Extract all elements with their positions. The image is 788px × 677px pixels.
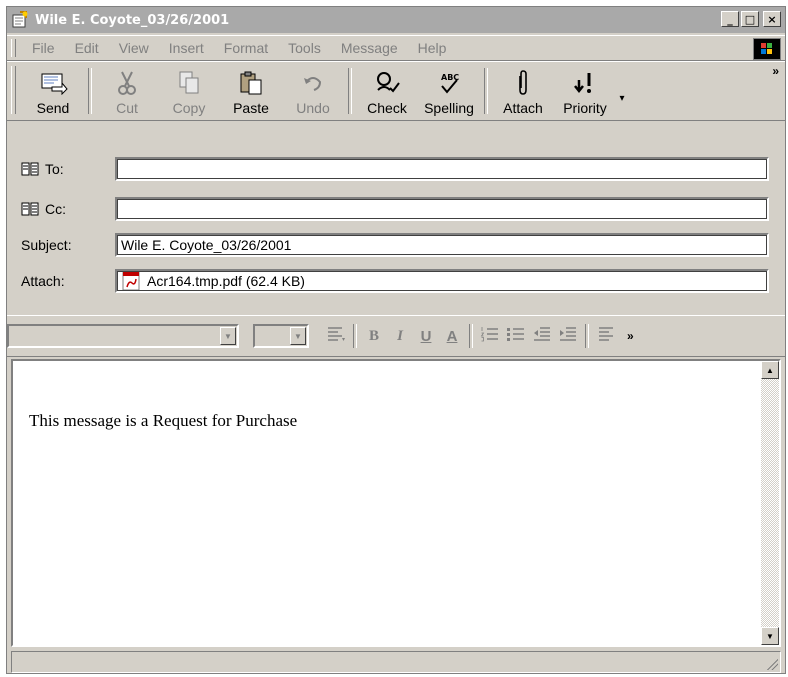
menu-view[interactable]: View: [109, 40, 159, 56]
format-toolbar-overflow-button[interactable]: »: [627, 329, 634, 343]
cc-label-button[interactable]: Cc:: [21, 201, 117, 217]
subject-field[interactable]: Wile E. Coyote_03/26/2001: [115, 233, 769, 257]
subject-row: Subject: Wile E. Coyote_03/26/2001: [21, 233, 781, 257]
attach-field[interactable]: Acr164.tmp.pdf (62.4 KB): [115, 269, 769, 293]
paste-button[interactable]: Paste: [220, 62, 282, 120]
check-names-icon: [372, 70, 402, 96]
format-toolbar: ▼ ▼ B I U A »: [7, 315, 785, 357]
scroll-down-button[interactable]: ▼: [761, 627, 779, 645]
menu-message[interactable]: Message: [331, 40, 408, 56]
scroll-up-button[interactable]: ▲: [761, 361, 779, 379]
priority-dropdown-icon[interactable]: ▾: [616, 62, 628, 120]
to-field[interactable]: [115, 157, 769, 181]
title-bar[interactable]: Wile E. Coyote_03/26/2001 _ □ ×: [7, 7, 785, 33]
menu-edit[interactable]: Edit: [65, 40, 109, 56]
increase-indent-icon[interactable]: [555, 325, 581, 347]
main-toolbar: Send Cut Copy Paste Undo Check ABC Spell…: [7, 61, 785, 121]
cut-icon: [112, 70, 142, 96]
to-label-button[interactable]: To:: [21, 161, 117, 177]
paragraph-style-icon[interactable]: [323, 325, 349, 347]
menu-grip[interactable]: [11, 39, 16, 57]
spelling-icon: ABC: [434, 70, 464, 96]
bullet-list-icon[interactable]: [503, 325, 529, 347]
windows-logo-icon: [753, 38, 781, 60]
italic-button[interactable]: I: [387, 328, 413, 345]
underline-button[interactable]: U: [413, 328, 439, 345]
decrease-indent-icon[interactable]: [529, 325, 555, 347]
address-book-icon: [21, 162, 39, 176]
check-names-button[interactable]: Check: [356, 62, 418, 120]
toolbar-grip[interactable]: [11, 66, 16, 114]
chevron-down-icon[interactable]: ▼: [220, 327, 236, 345]
maximize-button[interactable]: □: [741, 11, 759, 27]
cc-field[interactable]: [115, 197, 769, 221]
body-text[interactable]: This message is a Request for Purchase: [29, 411, 297, 431]
send-button[interactable]: Send: [22, 62, 84, 120]
menu-insert[interactable]: Insert: [159, 40, 214, 56]
chevron-down-icon[interactable]: ▼: [290, 327, 306, 345]
align-left-icon[interactable]: [593, 325, 619, 347]
pdf-file-icon[interactable]: [121, 271, 143, 291]
attach-label: Attach:: [21, 273, 65, 289]
priority-button[interactable]: Priority: [554, 62, 616, 120]
resize-grip-icon[interactable]: [764, 656, 778, 670]
copy-icon: [174, 70, 204, 96]
minimize-button[interactable]: _: [721, 11, 739, 27]
attachment-name[interactable]: Acr164.tmp.pdf (62.4 KB): [147, 273, 305, 289]
to-row: To:: [21, 157, 781, 181]
vertical-scrollbar[interactable]: ▲ ▼: [761, 361, 779, 645]
menu-tools[interactable]: Tools: [278, 40, 331, 56]
attach-row: Attach: Acr164.tmp.pdf (62.4 KB): [21, 269, 781, 293]
copy-button[interactable]: Copy: [158, 62, 220, 120]
paperclip-icon: [508, 70, 538, 96]
new-message-icon: [11, 11, 29, 29]
cut-button[interactable]: Cut: [96, 62, 158, 120]
menu-bar: File Edit View Insert Format Tools Messa…: [7, 35, 785, 61]
menu-help[interactable]: Help: [408, 40, 457, 56]
attach-button[interactable]: Attach: [492, 62, 554, 120]
paste-icon: [236, 70, 266, 96]
subject-label: Subject:: [21, 237, 72, 253]
message-body[interactable]: This message is a Request for Purchase ▲…: [11, 359, 781, 647]
close-button[interactable]: ×: [763, 11, 781, 27]
undo-button[interactable]: Undo: [282, 62, 344, 120]
undo-icon: [298, 70, 328, 96]
compose-window: Wile E. Coyote_03/26/2001 _ □ × File Edi…: [6, 6, 786, 674]
status-bar: [11, 651, 781, 673]
spelling-button[interactable]: ABC Spelling: [418, 62, 480, 120]
send-icon: [38, 70, 68, 96]
address-book-icon: [21, 202, 39, 216]
bold-button[interactable]: B: [361, 328, 387, 345]
font-size-dropdown[interactable]: ▼: [253, 324, 309, 348]
toolbar-overflow-button[interactable]: »: [772, 64, 779, 78]
font-name-dropdown[interactable]: ▼: [7, 324, 239, 348]
priority-icon: [570, 70, 600, 96]
font-color-button[interactable]: A: [439, 328, 465, 345]
cc-row: Cc:: [21, 197, 781, 221]
menu-file[interactable]: File: [22, 40, 65, 56]
numbered-list-icon[interactable]: [477, 325, 503, 347]
menu-format[interactable]: Format: [214, 40, 278, 56]
window-title: Wile E. Coyote_03/26/2001: [35, 12, 230, 28]
